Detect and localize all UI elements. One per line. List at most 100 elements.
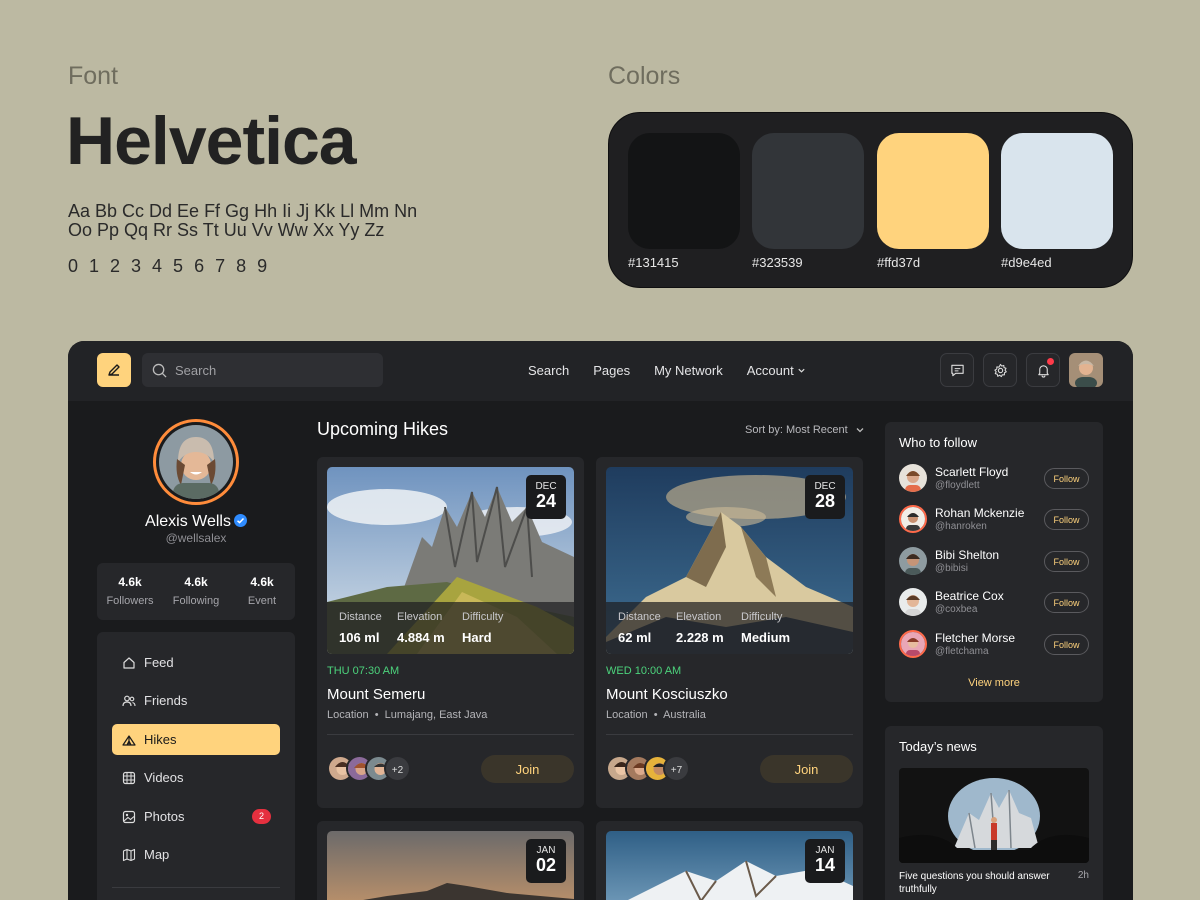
nav-account[interactable]: Account xyxy=(747,363,807,378)
date-day: 28 xyxy=(814,491,836,511)
avatar[interactable] xyxy=(899,505,927,533)
alphabet-sample: Aa Bb Cc Dd Ee Ff Gg Hh Ii Jj Kk Ll Mm N… xyxy=(68,201,418,240)
menu-divider xyxy=(112,887,280,888)
follow-suggestion: Fletcher Morse @fletchama Follow xyxy=(899,630,1089,660)
user-avatar[interactable] xyxy=(1069,353,1103,387)
sort-dropdown[interactable]: Sort by: Most Recent xyxy=(745,424,865,436)
user-handle: @fletchama xyxy=(935,646,989,657)
user-name[interactable]: Rohan Mckenzie xyxy=(935,506,1024,520)
chat-icon xyxy=(950,364,964,376)
avatar[interactable] xyxy=(899,630,927,658)
follow-button[interactable]: Follow xyxy=(1044,551,1089,572)
elevation-value: 2.228 m xyxy=(676,630,724,645)
participants-more: +2 xyxy=(384,755,411,782)
follow-button[interactable]: Follow xyxy=(1044,468,1089,489)
sidebar-item-label: Videos xyxy=(144,770,184,785)
news-headline[interactable]: Five questions you should answer truthfu… xyxy=(899,870,1069,896)
avatar[interactable] xyxy=(899,464,927,492)
distance-value: 106 ml xyxy=(339,630,380,645)
stat-value: 4.6k xyxy=(184,575,208,589)
nav-pages[interactable]: Pages xyxy=(593,363,630,378)
profile-name-text: Alexis Wells xyxy=(145,513,231,530)
sidebar-item-photos[interactable]: Photos 2 xyxy=(112,801,280,832)
location-value: Australia xyxy=(663,709,706,721)
user-name[interactable]: Scarlett Floyd xyxy=(935,465,1008,479)
messages-button[interactable] xyxy=(940,353,974,387)
hike-card[interactable]: JAN 02 xyxy=(317,821,584,900)
participants[interactable]: +2 xyxy=(327,755,411,782)
date-day: 14 xyxy=(814,855,836,875)
distance-label: Distance xyxy=(339,611,382,623)
font-section-label: Font xyxy=(68,62,119,90)
swatch-1 xyxy=(628,133,740,249)
stat-label: Following xyxy=(172,595,220,607)
follow-suggestion: Beatrice Cox @coxbea Follow xyxy=(899,588,1089,618)
hike-card[interactable]: DEC 28 Distance 62 ml Elevation 2.228 m Di… xyxy=(596,457,863,808)
swatch-2 xyxy=(752,133,864,249)
colors-section-label: Colors xyxy=(608,62,681,90)
hike-time: WED 10:00 AM xyxy=(606,665,682,677)
swatch-4-hex: #d9e4ed xyxy=(1001,255,1052,270)
follow-suggestion: Bibi Shelton @bibisi Follow xyxy=(899,547,1089,577)
user-name[interactable]: Fletcher Morse xyxy=(935,631,1015,645)
nav-search[interactable]: Search xyxy=(528,363,569,378)
hike-title[interactable]: Mount Semeru xyxy=(327,686,425,703)
swatch-3 xyxy=(877,133,989,249)
video-icon xyxy=(122,771,136,785)
stat-following[interactable]: 4.6k Following xyxy=(163,563,229,620)
difficulty-label: Difficulty xyxy=(741,611,783,623)
map-icon xyxy=(122,848,136,862)
chevron-down-icon xyxy=(798,368,805,373)
font-name-heading: Helvetica xyxy=(66,103,357,179)
search-input[interactable] xyxy=(175,362,375,378)
hike-image: DEC 28 Distance 62 ml Elevation 2.228 m Di… xyxy=(606,467,853,654)
sidebar-item-label: Photos xyxy=(144,809,185,824)
date-day: 24 xyxy=(535,491,557,511)
sidebar-item-hikes[interactable]: Hikes xyxy=(112,724,280,755)
search-icon xyxy=(152,363,167,378)
edit-button[interactable] xyxy=(97,353,131,387)
join-button[interactable]: Join xyxy=(481,755,574,783)
sidebar-item-feed[interactable]: Feed xyxy=(112,647,280,678)
user-name[interactable]: Bibi Shelton xyxy=(935,548,999,562)
stat-event[interactable]: 4.6k Event xyxy=(229,563,295,620)
hike-stats: Distance 62 ml Elevation 2.228 m Difficult… xyxy=(606,602,853,654)
stat-label: Event xyxy=(247,595,277,607)
sidebar-item-friends[interactable]: Friends xyxy=(112,685,280,716)
follow-button[interactable]: Follow xyxy=(1044,634,1089,655)
follow-button[interactable]: Follow xyxy=(1044,592,1089,613)
user-name[interactable]: Beatrice Cox xyxy=(935,589,1004,603)
verified-icon xyxy=(233,514,247,528)
profile-avatar[interactable] xyxy=(153,419,239,505)
hike-card[interactable]: DEC 24 Distance 106 ml Elevation 4.884 m D… xyxy=(317,457,584,808)
hike-card[interactable]: JAN 14 xyxy=(596,821,863,900)
stat-followers[interactable]: 4.6k Followers xyxy=(97,563,163,620)
sidebar-item-videos[interactable]: Videos xyxy=(112,762,280,793)
chevron-down-icon xyxy=(856,428,864,433)
sidebar-item-label: Friends xyxy=(144,693,188,708)
search-bar[interactable] xyxy=(142,353,383,387)
todays-news-panel: Today’s news Five questions you should a… xyxy=(885,726,1103,900)
sidebar-item-label: Hikes xyxy=(144,732,177,747)
sidebar-item-map[interactable]: Map xyxy=(112,839,280,870)
nav-account-label: Account xyxy=(746,363,794,378)
card-divider xyxy=(606,734,853,735)
participants[interactable]: +7 xyxy=(606,755,690,782)
follow-button[interactable]: Follow xyxy=(1044,509,1089,530)
settings-button[interactable] xyxy=(983,353,1017,387)
color-palette: #131415 #323539 #ffd37d #d9e4ed xyxy=(608,112,1133,288)
follow-suggestion: Rohan Mckenzie @hanroken Follow xyxy=(899,505,1089,535)
avatar[interactable] xyxy=(899,588,927,616)
difficulty-value: Hard xyxy=(462,630,492,645)
who-to-follow-panel: Who to follow Scarlett Floyd @floydlett … xyxy=(885,422,1103,702)
sidebar-item-label: Map xyxy=(144,847,170,862)
view-more-link[interactable]: View more xyxy=(885,677,1103,689)
hike-title[interactable]: Mount Kosciuszko xyxy=(606,686,728,703)
card-divider xyxy=(327,734,574,735)
news-image[interactable] xyxy=(899,768,1089,863)
top-bar: Search Pages My Network Account xyxy=(68,341,1133,401)
avatar[interactable] xyxy=(899,547,927,575)
notifications-button[interactable] xyxy=(1026,353,1060,387)
nav-my-network[interactable]: My Network xyxy=(654,363,723,378)
join-button[interactable]: Join xyxy=(760,755,853,783)
